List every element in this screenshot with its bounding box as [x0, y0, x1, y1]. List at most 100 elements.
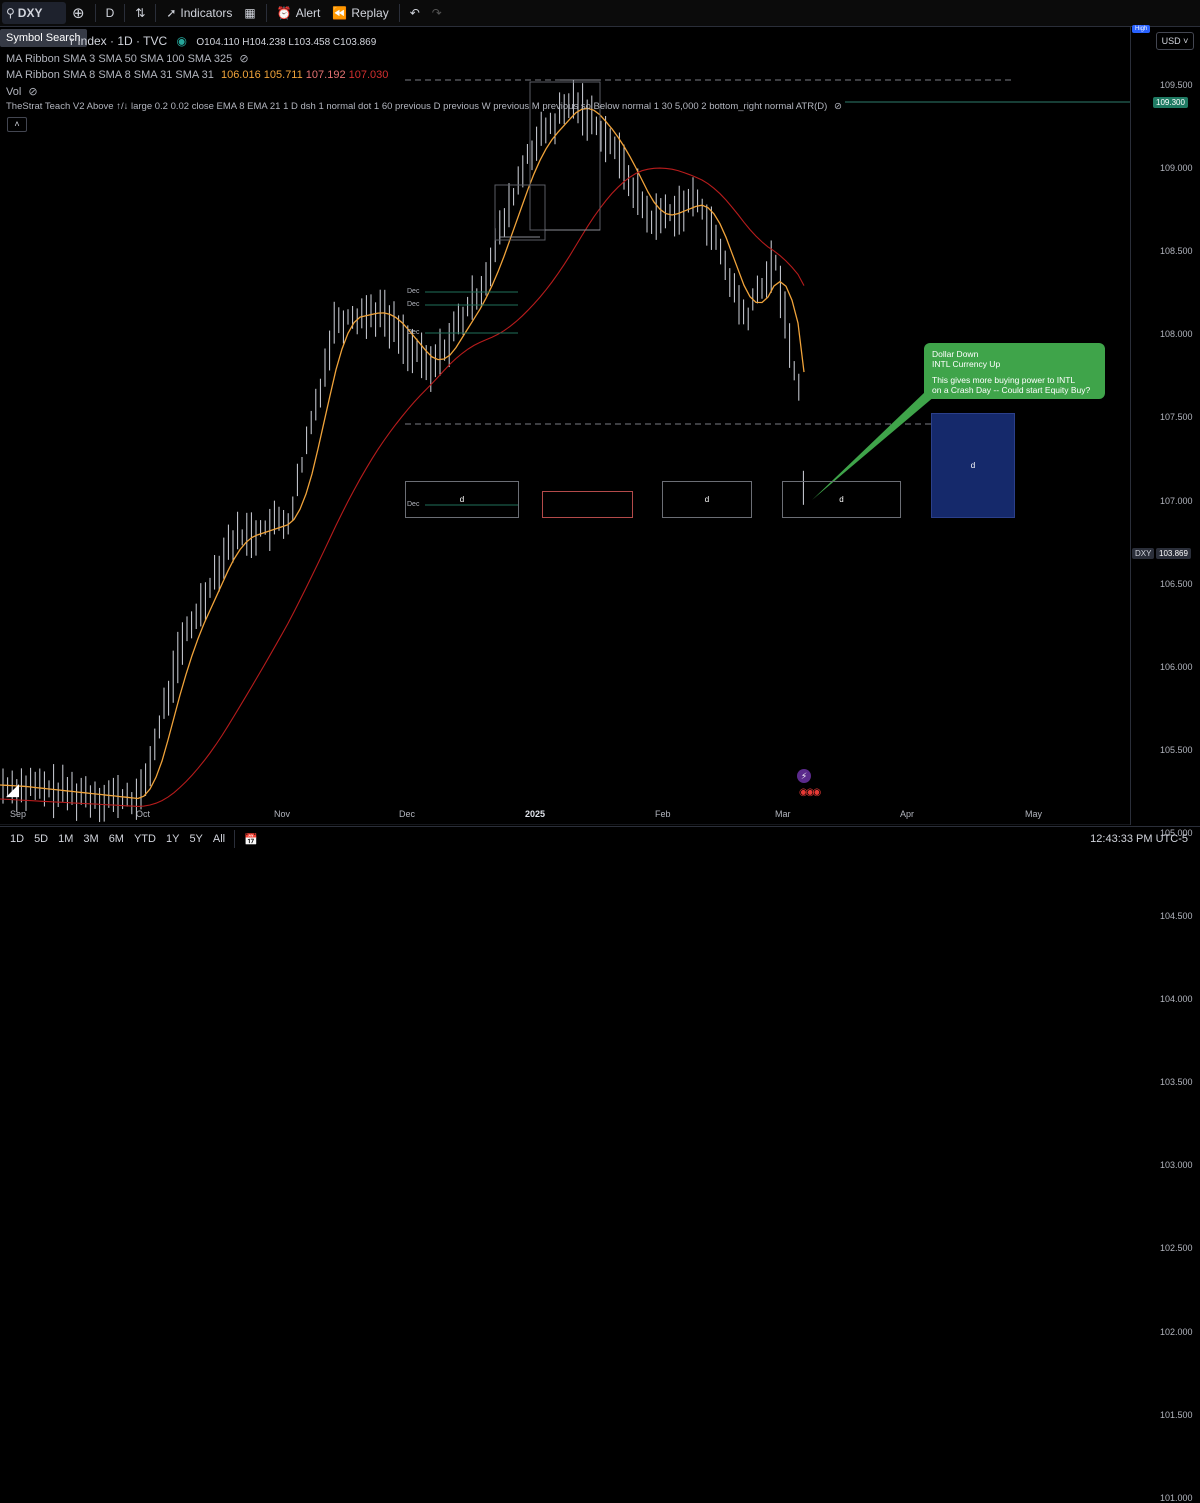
price-label: 106.000	[1160, 661, 1193, 672]
price-label: 109.000	[1160, 163, 1193, 174]
price-label: 102.500	[1160, 1243, 1193, 1254]
symbol-search-button[interactable]: ⚲ DXY	[2, 2, 66, 24]
strat-box-red[interactable]	[542, 491, 633, 518]
legend-main: r Index · 1D · TVC ◉ O104.110 H104.238 L…	[70, 34, 376, 48]
legend-strat[interactable]: TheStrat Teach V2 Above ↑/↓ large 0.2 0.…	[6, 101, 856, 112]
legend-value: 107.030	[348, 69, 389, 81]
callout-line: This gives more buying power to INTL	[932, 375, 1076, 385]
add-symbol-button[interactable]: ⊕	[66, 0, 91, 26]
indicators-icon: ➚	[166, 6, 177, 20]
box-label: d	[970, 461, 976, 470]
callout-line: INTL Currency Up	[932, 359, 1001, 369]
box-label: d	[839, 495, 844, 504]
undo-button[interactable]: ↶	[404, 0, 426, 26]
tradingview-logo: ◢	[6, 780, 20, 799]
economic-events-icon[interactable]: ◉◉◉	[799, 787, 835, 801]
eye-off-icon[interactable]: ⊘	[28, 86, 37, 98]
level-tag-109300: 109.300	[1153, 97, 1188, 108]
undo-icon: ↶	[409, 6, 420, 20]
interval-label: D	[105, 6, 115, 20]
indicators-button[interactable]: ➚ Indicators	[160, 0, 238, 26]
indicators-label: Indicators	[180, 6, 233, 20]
range-3m[interactable]: 3M	[78, 833, 103, 845]
range-all[interactable]: All	[208, 833, 230, 845]
time-label: Dec	[399, 809, 416, 819]
callout-line: on a Crash Day -- Could start Equity Buy…	[932, 385, 1091, 395]
flash-event-icon[interactable]: ⚡	[797, 769, 811, 783]
divider	[155, 4, 157, 22]
time-label: Oct	[136, 809, 151, 819]
collapse-legend-button[interactable]: ˄	[7, 117, 27, 132]
grid-icon: ▦	[244, 6, 256, 20]
go-to-date-button[interactable]: 📅	[239, 833, 263, 846]
eye-off-icon[interactable]: ⊘	[834, 101, 842, 112]
clock-display[interactable]: 12:43:33 PM UTC-5	[1090, 833, 1188, 845]
redo-button: ↷	[426, 0, 448, 26]
alert-button[interactable]: ⏰ Alert	[271, 0, 327, 26]
strat-box[interactable]: d	[662, 481, 752, 518]
range-1m[interactable]: 1M	[53, 833, 78, 845]
divider	[234, 830, 236, 848]
box-label: d	[704, 495, 710, 504]
plus-circle-icon: ⊕	[72, 5, 85, 22]
price-label: 104.000	[1160, 994, 1193, 1005]
eye-off-icon[interactable]: ⊘	[239, 53, 248, 65]
legend-ma-ribbon-1[interactable]: MA Ribbon SMA 3 SMA 50 SMA 100 SMA 325 ⊘	[6, 52, 249, 65]
range-6m[interactable]: 6M	[104, 833, 129, 845]
legend-value: 107.192	[305, 69, 346, 81]
chart-type-button[interactable]: ⇅	[129, 0, 151, 26]
current-price-tag: 103.869	[1156, 548, 1191, 559]
price-label: 104.500	[1160, 911, 1193, 921]
replay-label: Replay	[351, 6, 389, 20]
alert-label: Alert	[295, 6, 321, 20]
divider	[265, 4, 267, 22]
dec-label: Dec	[407, 329, 420, 336]
time-label: May	[1025, 809, 1043, 819]
price-label: 107.500	[1160, 412, 1193, 423]
price-label: 108.000	[1160, 329, 1193, 340]
range-1y[interactable]: 1Y	[161, 833, 184, 845]
price-label: 103.500	[1160, 1077, 1193, 1088]
bottom-bar: 1D 5D 1M 3M 6M YTD 1Y 5Y All 📅 12:43:33 …	[0, 826, 1200, 851]
strat-box-blue[interactable]: d	[931, 413, 1015, 518]
high-tag: High	[1132, 25, 1151, 33]
legend-label: TheStrat Teach V2 Above ↑/↓ large 0.2 0.…	[6, 101, 828, 112]
legend-ma-ribbon-2[interactable]: MA Ribbon SMA 8 SMA 8 SMA 31 SMA 31 106.…	[6, 69, 388, 81]
calendar-icon: 📅	[244, 833, 258, 846]
replay-button[interactable]: ⏪ Replay	[326, 0, 394, 26]
legend-value: 106.016	[220, 69, 261, 81]
ma-line-fast	[0, 107, 805, 800]
layouts-button[interactable]: ▦	[238, 0, 261, 26]
range-5d[interactable]: 5D	[29, 833, 53, 845]
chart-title: r Index · 1D · TVC	[70, 34, 168, 48]
candlestick-series	[2, 79, 804, 823]
legend-vol[interactable]: Vol ⊘	[6, 85, 38, 98]
price-label: 103.000	[1160, 1160, 1193, 1171]
time-label: Sep	[10, 809, 27, 819]
search-icon: ⚲	[6, 6, 15, 20]
strat-box[interactable]: d	[782, 481, 901, 518]
price-label: 102.000	[1160, 1326, 1193, 1337]
chevron-up-icon: ˄	[14, 119, 20, 129]
legend-label: MA Ribbon SMA 8 SMA 8 SMA 31 SMA 31	[6, 69, 214, 81]
strat-box[interactable]: d	[405, 481, 519, 518]
divider	[94, 4, 96, 22]
currency-select[interactable]: USD ˅	[1156, 32, 1194, 50]
chevron-down-icon: ˅	[1180, 36, 1189, 46]
range-5y[interactable]: 5Y	[184, 833, 207, 845]
rewind-icon: ⏪	[332, 6, 348, 20]
candles-icon: ⇅	[135, 6, 146, 20]
price-label: 108.500	[1160, 246, 1193, 257]
time-label: Apr	[900, 809, 915, 819]
text-callout[interactable]: Dollar Down INTL Currency Up This gives …	[924, 343, 1105, 399]
price-label: 105.500	[1160, 744, 1193, 755]
callout-line: Dollar Down	[932, 349, 979, 359]
divider	[124, 4, 126, 22]
range-ytd[interactable]: YTD	[129, 833, 161, 845]
price-scale[interactable]	[1130, 27, 1200, 825]
interval-button[interactable]: D	[100, 0, 121, 26]
currency-label: USD	[1161, 36, 1181, 46]
dec-label: Dec	[407, 288, 420, 295]
range-1d[interactable]: 1D	[5, 833, 29, 845]
price-label: 101.500	[1160, 1409, 1193, 1420]
